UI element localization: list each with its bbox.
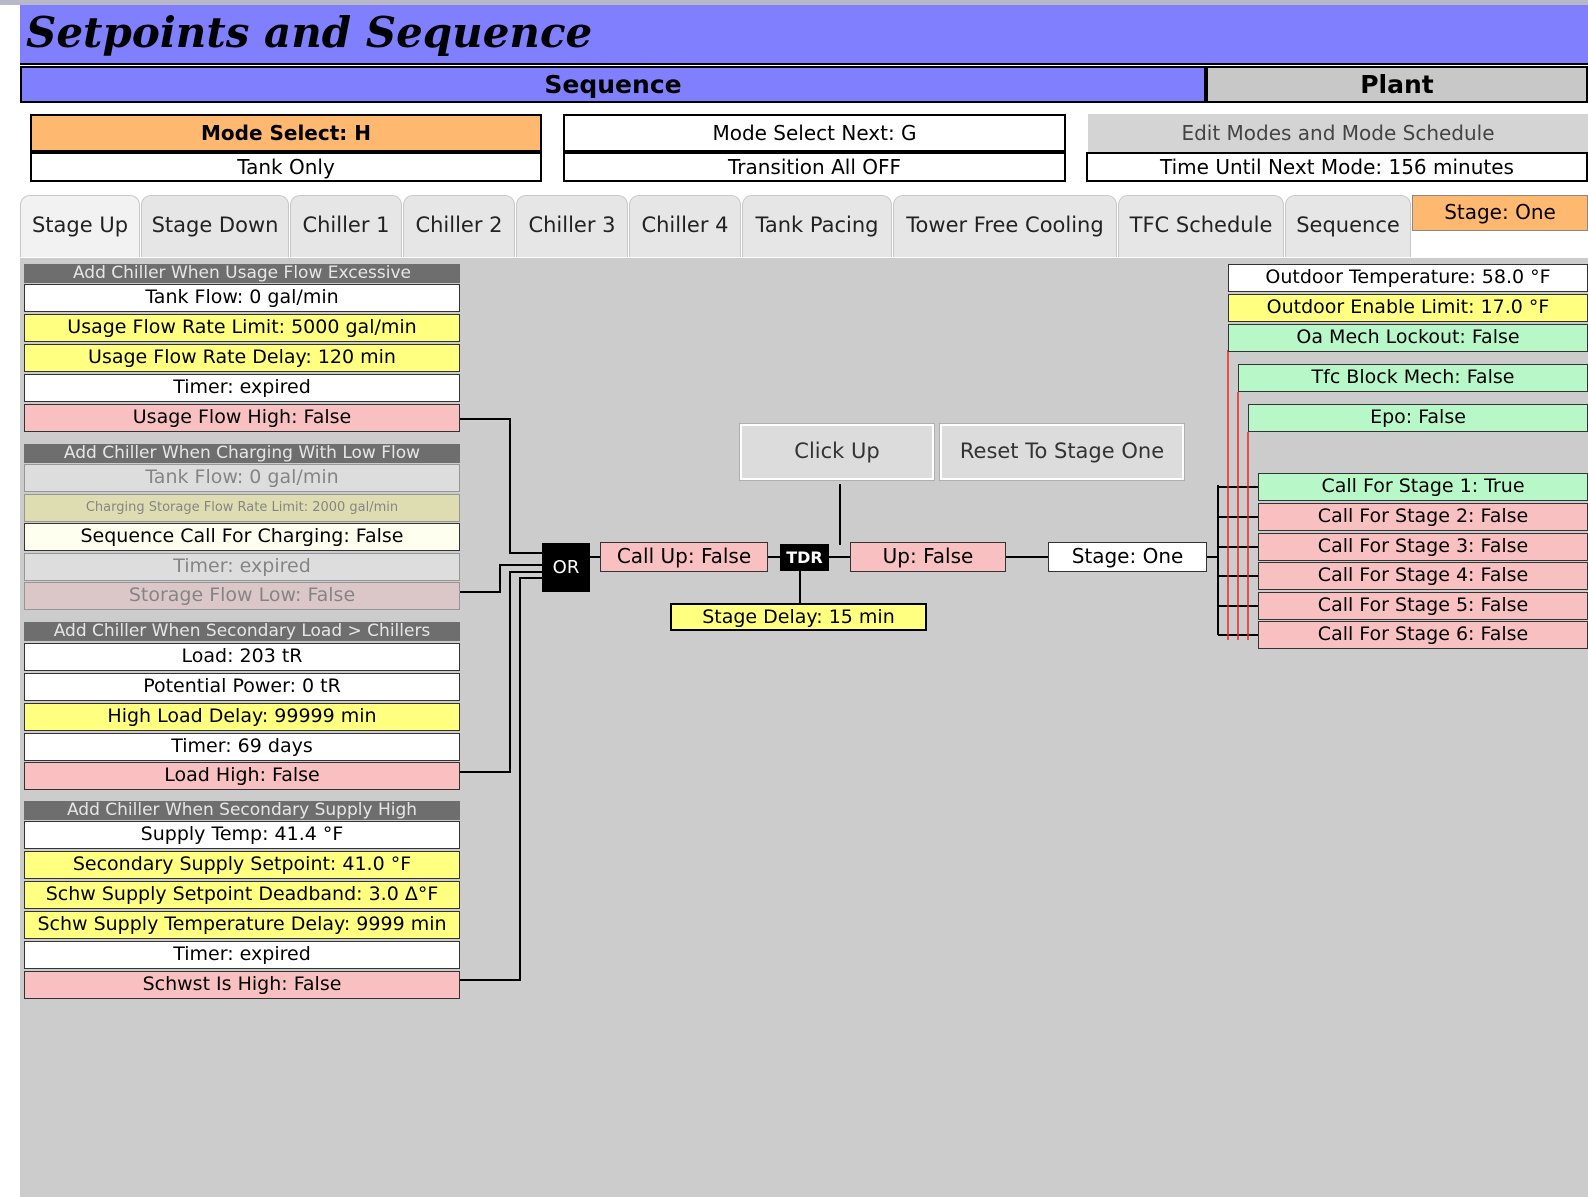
mode-select-next-sub: Transition All OFF xyxy=(563,152,1066,182)
supply-setpoint-deadband[interactable]: Schw Supply Setpoint Deadband: 3.0 Δ°F xyxy=(24,881,460,909)
mode-select-button[interactable]: Mode Select: H xyxy=(30,114,542,152)
click-up-button[interactable]: Click Up xyxy=(739,423,935,481)
charging-timer: Timer: expired xyxy=(24,553,460,581)
potential-power: Potential Power: 0 tR xyxy=(24,673,460,701)
group-secondary-load-title: Add Chiller When Secondary Load > Chille… xyxy=(24,622,460,641)
outdoor-temperature: Outdoor Temperature: 58.0 °F xyxy=(1228,264,1588,292)
tab-stage-down[interactable]: Stage Down xyxy=(141,195,289,257)
usage-flow-rate-delay[interactable]: Usage Flow Rate Delay: 120 min xyxy=(24,344,460,372)
epo-status: Epo: False xyxy=(1248,404,1588,432)
tab-chiller-4[interactable]: Chiller 4 xyxy=(629,195,741,257)
storage-flow-low-status: Storage Flow Low: False xyxy=(24,582,460,610)
mode-select-sub: Tank Only xyxy=(30,152,542,182)
charging-flow-rate-limit[interactable]: Charging Storage Flow Rate Limit: 2000 g… xyxy=(24,494,460,522)
page-title: Setpoints and Sequence xyxy=(26,8,593,57)
call-up-status: Call Up: False xyxy=(600,542,768,572)
call-for-stage-5: Call For Stage 5: False xyxy=(1258,592,1588,620)
tab-tower-free-cooling[interactable]: Tower Free Cooling xyxy=(893,195,1117,257)
usage-tank-flow: Tank Flow: 0 gal/min xyxy=(24,284,460,312)
supply-timer: Timer: expired xyxy=(24,941,460,969)
supply-temperature-delay[interactable]: Schw Supply Temperature Delay: 9999 min xyxy=(24,911,460,939)
call-for-stage-4: Call For Stage 4: False xyxy=(1258,562,1588,590)
tab-sequence[interactable]: Sequence xyxy=(1285,195,1411,257)
usage-flow-high-status: Usage Flow High: False xyxy=(24,404,460,432)
supply-temp: Supply Temp: 41.4 °F xyxy=(24,821,460,849)
tdr-block: TDR xyxy=(780,544,829,571)
high-load-delay[interactable]: High Load Delay: 99999 min xyxy=(24,703,460,731)
charging-tank-flow: Tank Flow: 0 gal/min xyxy=(24,464,460,492)
secondary-supply-setpoint[interactable]: Secondary Supply Setpoint: 41.0 °F xyxy=(24,851,460,879)
group-charging-low-flow-title: Add Chiller When Charging With Low Flow xyxy=(24,444,460,463)
load-timer: Timer: 69 days xyxy=(24,733,460,761)
mode-select-next[interactable]: Mode Select Next: G xyxy=(563,114,1066,152)
usage-timer: Timer: expired xyxy=(24,374,460,402)
stage-delay[interactable]: Stage Delay: 15 min xyxy=(670,603,927,631)
tab-chiller-1[interactable]: Chiller 1 xyxy=(290,195,402,257)
schwst-high-status: Schwst Is High: False xyxy=(24,971,460,999)
tab-chiller-3[interactable]: Chiller 3 xyxy=(516,195,628,257)
outdoor-enable-limit[interactable]: Outdoor Enable Limit: 17.0 °F xyxy=(1228,294,1588,322)
tab-tfc-schedule[interactable]: TFC Schedule xyxy=(1118,195,1284,257)
call-for-stage-3: Call For Stage 3: False xyxy=(1258,533,1588,561)
call-for-stage-1: Call For Stage 1: True xyxy=(1258,473,1588,501)
up-status: Up: False xyxy=(850,542,1006,572)
edit-modes-button[interactable]: Edit Modes and Mode Schedule xyxy=(1088,114,1588,152)
stage-value: Stage: One xyxy=(1048,542,1207,572)
plant-header-button[interactable]: Plant xyxy=(1206,66,1588,103)
oa-mech-lockout-status: Oa Mech Lockout: False xyxy=(1228,324,1588,352)
time-until-next-mode: Time Until Next Mode: 156 minutes xyxy=(1086,152,1588,182)
sequence-header: Sequence xyxy=(20,66,1206,103)
stage-badge: Stage: One xyxy=(1412,195,1588,231)
usage-flow-rate-limit[interactable]: Usage Flow Rate Limit: 5000 gal/min xyxy=(24,314,460,342)
tfc-block-mech-status: Tfc Block Mech: False xyxy=(1238,364,1588,392)
reset-to-stage-one-button[interactable]: Reset To Stage One xyxy=(939,423,1185,481)
sequence-call-for-charging: Sequence Call For Charging: False xyxy=(24,523,460,551)
tab-stage-up[interactable]: Stage Up xyxy=(20,195,140,257)
tab-tank-pacing[interactable]: Tank Pacing xyxy=(742,195,892,257)
tab-chiller-2[interactable]: Chiller 2 xyxy=(403,195,515,257)
call-for-stage-6: Call For Stage 6: False xyxy=(1258,621,1588,649)
group-secondary-supply-title: Add Chiller When Secondary Supply High xyxy=(24,801,460,820)
or-gate: OR xyxy=(542,543,590,592)
secondary-load: Load: 203 tR xyxy=(24,643,460,671)
group-usage-flow-title: Add Chiller When Usage Flow Excessive xyxy=(24,264,460,283)
load-high-status: Load High: False xyxy=(24,762,460,790)
call-for-stage-2: Call For Stage 2: False xyxy=(1258,503,1588,531)
